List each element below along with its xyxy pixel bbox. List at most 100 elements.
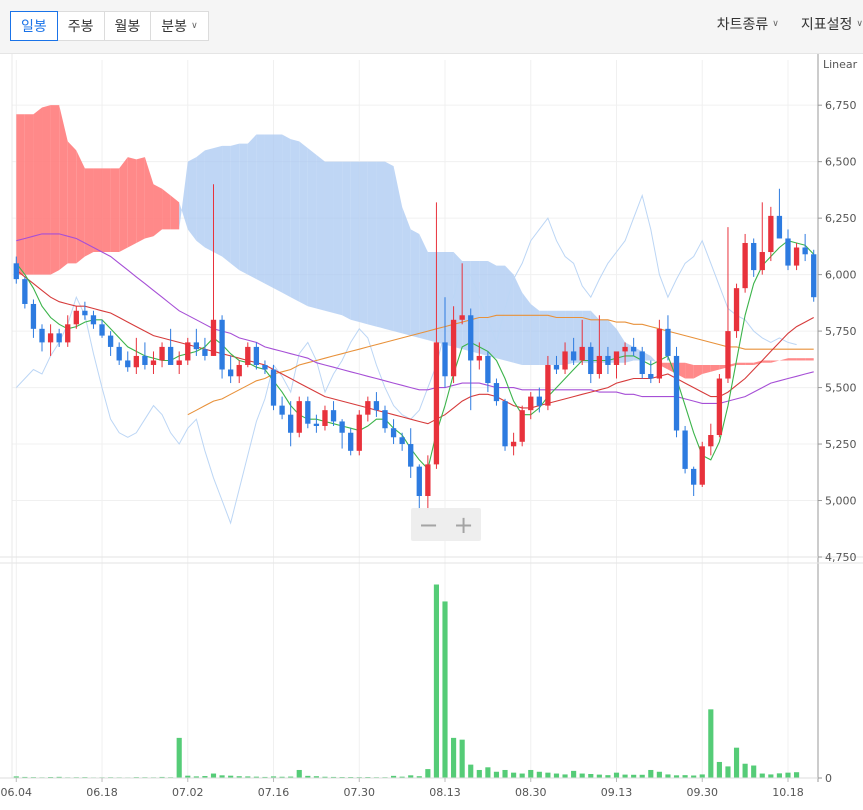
candle-body <box>519 410 525 442</box>
volume-bar <box>708 709 714 778</box>
candle-body <box>305 401 311 424</box>
ichimoku-cloud-segment <box>736 362 746 365</box>
candle-body <box>802 247 808 255</box>
volume-bar <box>459 739 465 778</box>
x-tick-label: 09.30 <box>686 786 718 799</box>
zoom-in-button[interactable]: + <box>453 513 473 537</box>
volume-bar <box>476 769 482 778</box>
candle-body <box>99 324 105 336</box>
ichimoku-cloud-segment <box>342 161 351 320</box>
x-tick-label: 07.16 <box>258 786 290 799</box>
x-tick-label: 06.18 <box>86 786 118 799</box>
volume-bar <box>648 769 654 778</box>
ichimoku-cloud-segment <box>505 265 514 363</box>
ichimoku-cloud-segment <box>805 358 814 361</box>
ichimoku-cloud-segment <box>436 252 446 345</box>
ichimoku-cloud-segment <box>50 105 60 275</box>
candle-body <box>339 421 345 433</box>
tab-monthly[interactable]: 월봉 <box>103 11 152 41</box>
ichimoku-cloud-segment <box>33 107 43 275</box>
candle-body <box>185 342 191 361</box>
candle-body <box>73 310 79 325</box>
candle-body <box>13 263 19 280</box>
ichimoku-cloud-segment <box>290 139 300 302</box>
ichimoku-cloud-segment <box>230 143 240 271</box>
indicator-settings-menu[interactable]: 지표설정 ∨ <box>801 14 863 34</box>
volume-bar <box>433 584 440 778</box>
x-tick-label: 07.30 <box>344 786 376 799</box>
volume-bar <box>210 773 217 778</box>
candle-body <box>751 242 757 271</box>
ichimoku-cloud-segment <box>685 362 694 379</box>
ichimoku-cloud-segment <box>402 206 411 336</box>
y-tick-label: 6,750 <box>825 99 857 112</box>
candle-body <box>373 401 380 411</box>
ichimoku-cloud-segment <box>136 157 145 243</box>
candle-body <box>330 410 337 422</box>
candle-body <box>47 333 54 343</box>
scale-mode-label: Linear <box>823 58 858 71</box>
ichimoku-cloud-segment <box>333 161 343 316</box>
candle-body <box>613 351 620 365</box>
x-tick-label: 08.13 <box>429 786 461 799</box>
ichimoku-cloud-segment <box>127 157 137 248</box>
volume-bar <box>776 773 782 778</box>
ichimoku-cloud-segment <box>350 161 360 323</box>
chevron-down-icon: ∨ <box>772 19 779 29</box>
volume-bar <box>545 772 551 778</box>
candle-body <box>579 346 585 361</box>
candle-body <box>288 414 294 433</box>
ichimoku-cloud-segment <box>710 364 720 372</box>
candle-body <box>630 346 637 352</box>
chart-type-menu[interactable]: 차트종류 ∨ <box>717 14 779 34</box>
candle-body <box>313 423 320 426</box>
tab-label: 일봉 <box>21 19 47 35</box>
candle-body <box>510 441 517 447</box>
ichimoku-cloud-segment <box>110 168 120 253</box>
candle-body <box>776 215 783 239</box>
chevron-down-icon: ∨ <box>191 21 198 31</box>
candle-body <box>390 428 397 438</box>
chart-type-label: 차트종류 <box>716 17 769 33</box>
ichimoku-cloud-segment <box>393 166 403 334</box>
candle-body <box>562 351 568 370</box>
stock-chart[interactable]: Linear 6,750 6,500 6,250 6,000 5,750 5,500 5,25… <box>0 54 863 810</box>
ichimoku-cloud-segment <box>419 233 428 341</box>
volume-bar <box>451 737 457 778</box>
ichimoku-cloud-segment <box>513 274 523 365</box>
volume-bar <box>759 773 765 778</box>
candle-body <box>442 342 448 377</box>
chart-toolbar: 일봉 주봉 월봉 분봉 ∨ 차트종류 ∨ 지표설정 ∨ <box>0 0 863 54</box>
candle-body <box>296 401 302 433</box>
y-tick-label: 6,250 <box>825 212 857 225</box>
volume-bar <box>528 769 534 778</box>
candle-body <box>545 364 551 406</box>
ichimoku-cloud-segment <box>625 342 634 363</box>
volume-bar <box>493 771 500 778</box>
ichimoku-cloud-segment <box>299 141 308 307</box>
volume-bar <box>536 771 542 778</box>
zoom-out-button[interactable]: − <box>418 513 438 537</box>
candle-body <box>365 401 371 415</box>
candle-body <box>553 364 560 370</box>
ichimoku-cloud-segment <box>247 134 257 280</box>
ichimoku-cloud-segment <box>282 134 291 298</box>
ichimoku-cloud-segment <box>67 141 77 264</box>
candle-body <box>150 360 157 365</box>
candle-body <box>528 396 534 411</box>
volume-bar <box>716 761 722 778</box>
ichimoku-cloud-segment <box>162 188 171 230</box>
chart-area[interactable]: Linear 6,750 6,500 6,250 6,000 5,750 5,500 5,25… <box>0 54 863 810</box>
tab-daily[interactable]: 일봉 <box>10 11 58 41</box>
ichimoku-cloud-segment <box>762 360 771 363</box>
ichimoku-cloud-segment <box>256 134 265 284</box>
ichimoku-cloud-segment <box>93 168 103 253</box>
candle-body <box>793 247 800 266</box>
tab-minute[interactable]: 분봉 ∨ <box>150 11 209 41</box>
tab-weekly[interactable]: 주봉 <box>56 11 105 41</box>
volume-bar <box>579 773 585 778</box>
x-tick-label: 08.30 <box>515 786 547 799</box>
candle-body <box>159 346 165 361</box>
ichimoku-cloud-segment <box>273 134 283 293</box>
ichimoku-cloud-segment <box>119 157 128 253</box>
